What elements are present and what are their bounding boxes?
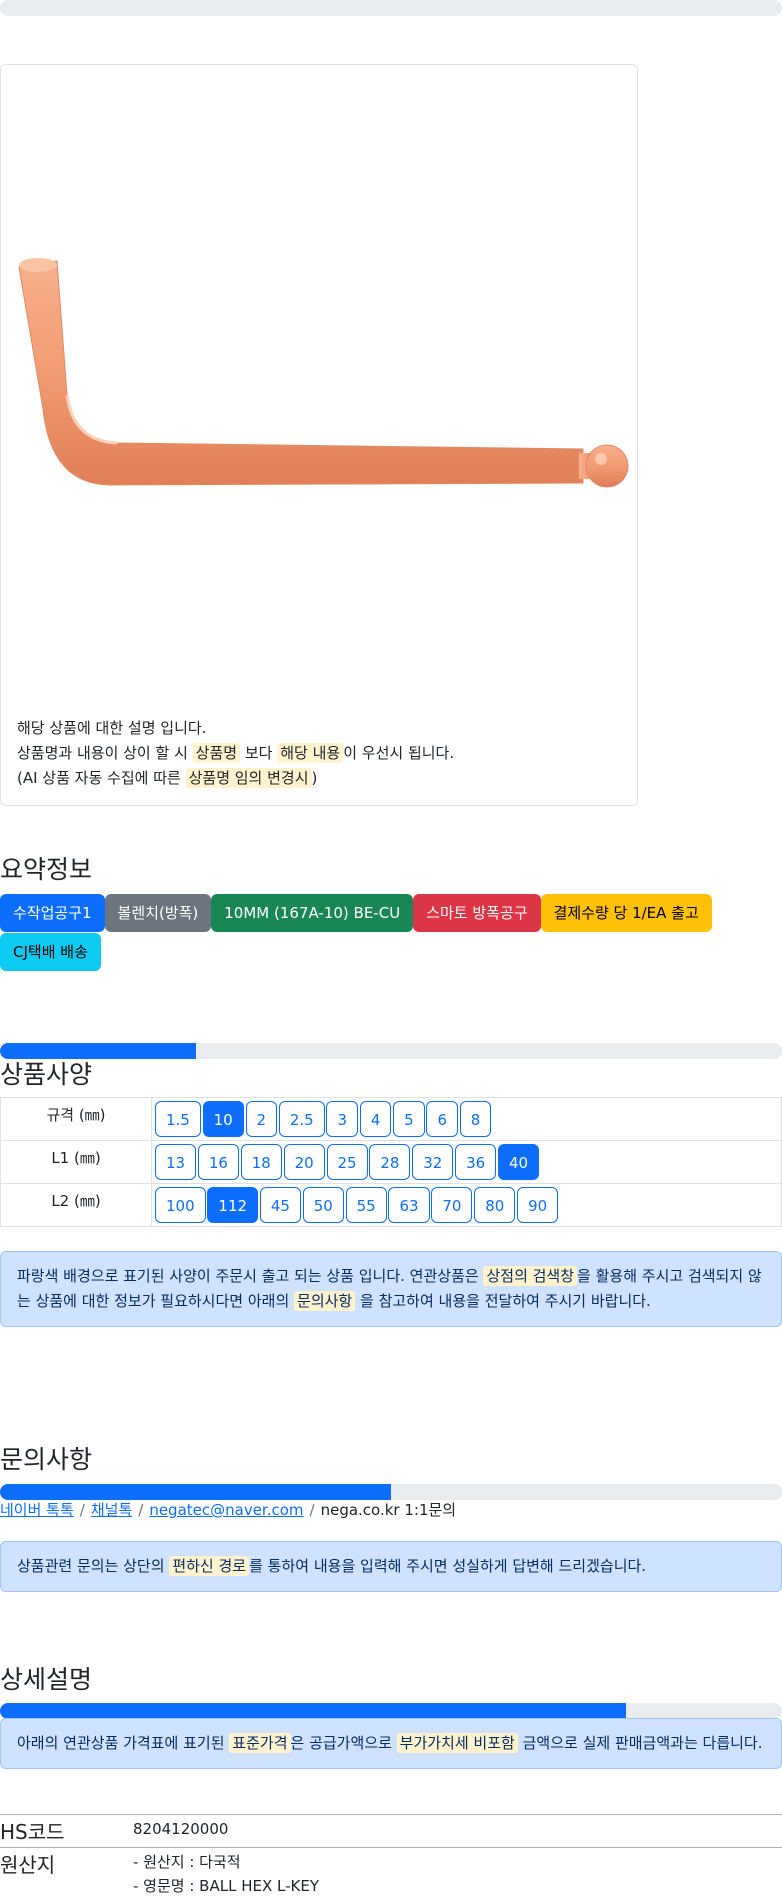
hs-code-row: HS코드 8204120000	[0, 1814, 782, 1844]
product-description: 해당 상품에 대한 설명 입니다. 상품명과 내용이 상이 할 시 상품명 보다…	[17, 716, 454, 791]
spec-label: L1 (㎜)	[0, 1140, 152, 1184]
spec-option-button[interactable]: 90	[517, 1187, 559, 1223]
spec-option-button[interactable]: 2.5	[278, 1101, 325, 1137]
spec-option-button[interactable]: 3	[326, 1101, 359, 1137]
spec-label: L2 (㎜)	[0, 1183, 152, 1227]
spec-option-button[interactable]: 28	[369, 1144, 411, 1180]
spec-option-button[interactable]: 32	[412, 1144, 454, 1180]
spec-progress-bar	[0, 1043, 782, 1059]
spec-note: 파랑색 배경으로 표기된 사양이 주문시 출고 되는 상품 입니다. 연관상품은…	[0, 1251, 782, 1327]
hs-code-value: 8204120000	[133, 1820, 229, 1838]
top-progress-bar	[0, 0, 782, 16]
ball-hex-key-image	[18, 258, 629, 488]
inquiry-links: 네이버 톡톡 / 채널톡 / negatec@naver.com / nega.co.kr …	[0, 1499, 456, 1520]
detail-title: 상세설명	[0, 1665, 93, 1694]
desc-line-2: 상품명과 내용이 상이 할 시 상품명 보다 해당 내용 이 우선시 됩니다.	[17, 743, 455, 763]
origin-label: 원산지	[0, 1853, 56, 1877]
spec-option-button[interactable]: 1.5	[155, 1101, 201, 1137]
detail-progress-bar	[0, 1703, 782, 1719]
naver-talk-link[interactable]: 네이버 톡톡	[0, 1501, 74, 1519]
hs-code-label: HS코드	[0, 1820, 65, 1844]
origin-row: 원산지 - 원산지 : 다국적 - 영문명 : BALL HEX L-KEY	[0, 1847, 782, 1895]
summary-badge: 결제수량 당 1/EA 출고	[540, 894, 712, 932]
desc-line-3: (AI 상품 자동 수집에 따른 상품명 임의 변경시)	[17, 768, 318, 788]
spec-option-button[interactable]: 63	[388, 1187, 430, 1223]
email-link[interactable]: negatec@naver.com	[149, 1501, 303, 1519]
desc-line-1: 해당 상품에 대한 설명 입니다.	[17, 719, 207, 737]
spec-option-button[interactable]: 4	[359, 1101, 392, 1137]
spec-option-button[interactable]: 10	[202, 1101, 244, 1137]
spec-option-button[interactable]: 50	[302, 1187, 344, 1223]
spec-option-button[interactable]: 25	[326, 1144, 368, 1180]
spec-option-button[interactable]: 70	[431, 1187, 473, 1223]
spec-option-button[interactable]: 80	[474, 1187, 516, 1223]
spec-option-button[interactable]: 100	[155, 1187, 206, 1223]
inquiry-progress-bar	[0, 1484, 782, 1500]
separator: /	[309, 1501, 315, 1519]
inquiry-progress-fill	[0, 1484, 391, 1500]
spec-option-button[interactable]: 13	[155, 1144, 197, 1180]
spec-option-button[interactable]: 36	[455, 1144, 497, 1180]
spec-options: 1.5 10 2 2.5 3 4 5 6 8	[151, 1097, 782, 1141]
summary-badge: 수작업공구1	[0, 894, 105, 932]
product-image-card: 해당 상품에 대한 설명 입니다. 상품명과 내용이 상이 할 시 상품명 보다…	[0, 64, 638, 806]
origin-line-1: - 원산지 : 다국적	[133, 1853, 241, 1871]
spec-option-button[interactable]: 8	[459, 1101, 492, 1137]
spec-table: 규격 (㎜) 1.5 10 2 2.5 3 4 5 6 8 L1 (㎜) 13 16…	[0, 1097, 782, 1227]
detail-note: 아래의 연관상품 가격표에 표기된 표준가격 은 공급가액으로 부가가치세 비포함…	[0, 1718, 782, 1769]
spec-option-button[interactable]: 40	[498, 1144, 540, 1180]
spec-option-button[interactable]: 2	[245, 1101, 278, 1137]
spec-row: L2 (㎜) 100 112 45 50 55 63 70 80 90	[0, 1183, 782, 1227]
separator: /	[138, 1501, 144, 1519]
spec-option-button[interactable]: 55	[345, 1187, 387, 1223]
summary-badge: 스마토 방폭공구	[413, 894, 541, 932]
summary-badge: 볼렌치(방폭)	[104, 894, 212, 932]
spec-option-button[interactable]: 5	[393, 1101, 425, 1137]
summary-badges: 수작업공구1 볼렌치(방폭) 10MM (167A-10) BE-CU 스마토 방폭공…	[0, 894, 740, 972]
spec-label: 규격 (㎜)	[0, 1097, 152, 1141]
inquiry-title: 문의사항	[0, 1445, 93, 1474]
spec-options: 100 112 45 50 55 63 70 80 90	[151, 1183, 782, 1227]
site-inquiry-text: nega.co.kr 1:1문의	[320, 1501, 457, 1519]
summary-title: 요약정보	[0, 855, 93, 884]
spec-option-button[interactable]: 20	[283, 1144, 325, 1180]
summary-badge: 10MM (167A-10) BE-CU	[211, 894, 414, 932]
separator: /	[79, 1501, 85, 1519]
spec-title: 상품사양	[0, 1060, 93, 1089]
spec-option-button[interactable]: 112	[207, 1187, 259, 1223]
origin-value: - 원산지 : 다국적 - 영문명 : BALL HEX L-KEY	[133, 1850, 319, 1898]
spec-option-button[interactable]: 16	[197, 1144, 239, 1180]
inquiry-note: 상품관련 문의는 상단의 편하신 경로 를 통하여 내용을 입력해 주시면 성실하…	[0, 1541, 782, 1592]
spec-options: 13 16 18 20 25 28 32 36 40	[151, 1140, 782, 1184]
detail-progress-fill	[0, 1703, 626, 1719]
origin-line-2: - 영문명 : BALL HEX L-KEY	[133, 1877, 319, 1895]
summary-badge: CJ택배 배송	[0, 933, 101, 971]
spec-row: 규격 (㎜) 1.5 10 2 2.5 3 4 5 6 8	[0, 1097, 782, 1141]
spec-row: L1 (㎜) 13 16 18 20 25 28 32 36 40	[0, 1140, 782, 1184]
spec-option-button[interactable]: 6	[426, 1101, 459, 1137]
spec-option-button[interactable]: 45	[259, 1187, 301, 1223]
spec-option-button[interactable]: 18	[240, 1144, 282, 1180]
channel-talk-link[interactable]: 채널톡	[91, 1501, 132, 1519]
